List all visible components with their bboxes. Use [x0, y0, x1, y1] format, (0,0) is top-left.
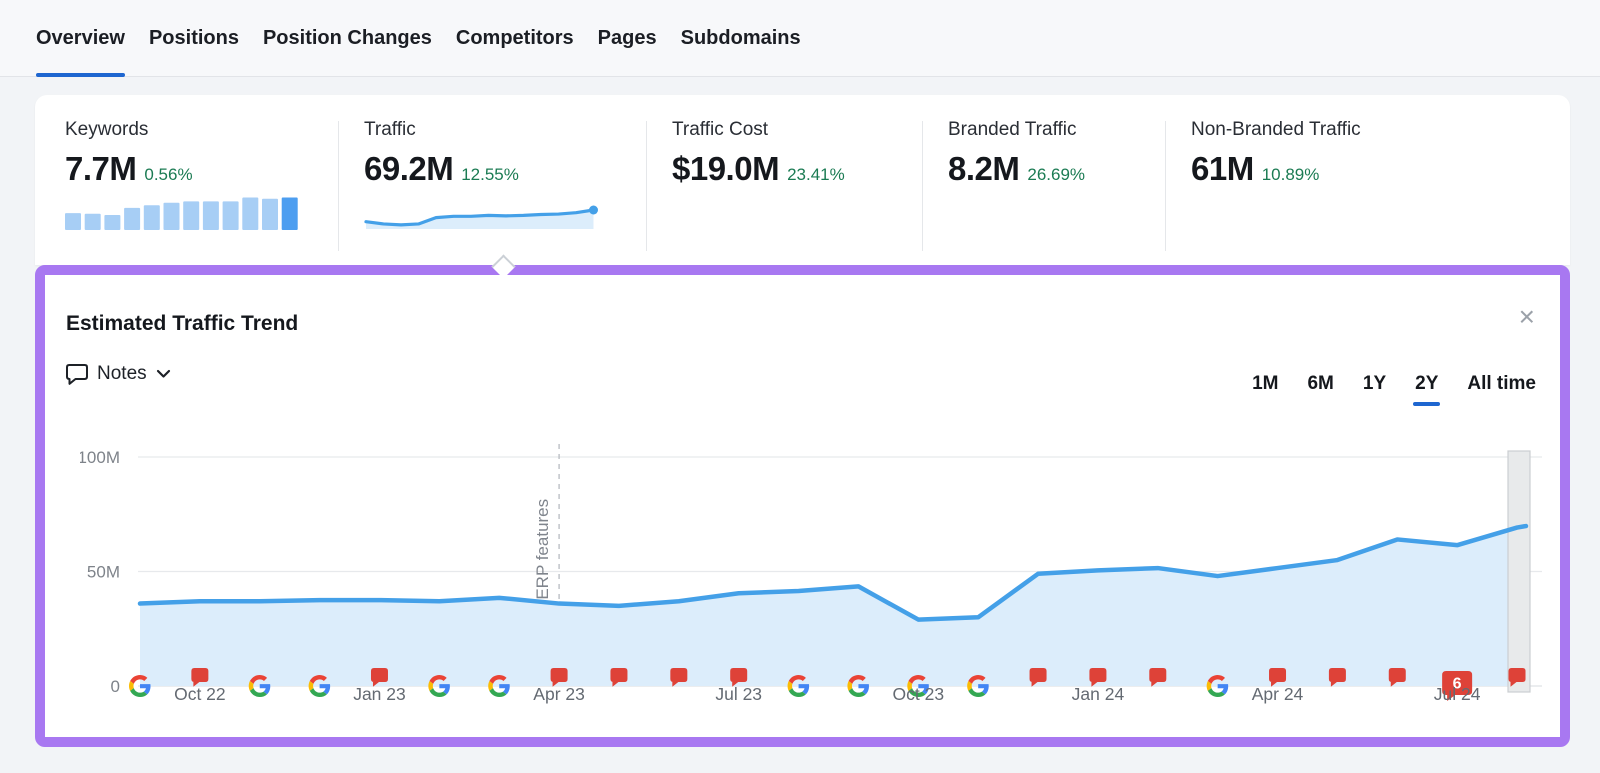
notes-label: Notes — [97, 363, 147, 385]
tab-position-changes[interactable]: Position Changes — [263, 0, 432, 76]
metric-value: 8.2M — [948, 150, 1019, 187]
metric-label: Keywords — [65, 119, 338, 141]
x-axis-tick: Jan 23 — [353, 684, 406, 704]
keywords-mini-bar-chart — [65, 196, 300, 230]
metric-value: 7.7M — [65, 150, 136, 187]
x-axis-tick: Apr 24 — [1252, 684, 1304, 704]
metric-delta: 23.41% — [787, 165, 845, 184]
top-tab-bar: Overview Positions Position Changes Comp… — [0, 0, 1600, 77]
range-2y[interactable]: 2Y — [1415, 373, 1438, 395]
metric-keywords[interactable]: Keywords 7.7M 0.56% — [35, 95, 338, 265]
traffic-trend-chart[interactable]: 100M50M0SERP features6Oct 22Jan 23Apr 23… — [80, 434, 1545, 719]
chevron-down-icon — [156, 369, 171, 379]
panel-title: Estimated Traffic Trend — [66, 312, 298, 336]
tab-positions[interactable]: Positions — [149, 0, 239, 76]
metric-value: 69.2M — [364, 150, 453, 187]
estimated-traffic-trend-panel: Estimated Traffic Trend × Notes 1M 6M 1Y… — [35, 265, 1570, 747]
metric-traffic[interactable]: Traffic 69.2M 12.55% — [338, 95, 646, 265]
metric-non-branded-traffic[interactable]: Non-Branded Traffic 61M 10.89% — [1165, 95, 1570, 265]
metric-traffic-cost[interactable]: Traffic Cost $19.0M 23.41% — [646, 95, 922, 265]
current-period-highlight — [1508, 451, 1530, 692]
range-1m[interactable]: 1M — [1252, 373, 1278, 395]
metrics-summary-card: Keywords 7.7M 0.56% Traffic 69.2M 12.55% T… — [35, 95, 1570, 265]
serp-features-label: SERP features — [533, 499, 552, 611]
close-icon[interactable]: × — [1519, 303, 1535, 331]
y-axis-tick: 100M — [80, 448, 120, 467]
metric-delta: 26.69% — [1027, 165, 1085, 184]
y-axis-tick: 50M — [87, 563, 120, 582]
range-1y[interactable]: 1Y — [1363, 373, 1386, 395]
x-axis-tick: Jul 24 — [1434, 684, 1481, 704]
tabs: Overview Positions Position Changes Comp… — [36, 0, 801, 76]
x-axis-tick: Jul 23 — [715, 684, 762, 704]
metric-label: Branded Traffic — [948, 119, 1165, 141]
range-6m[interactable]: 6M — [1307, 373, 1333, 395]
tab-competitors[interactable]: Competitors — [456, 0, 574, 76]
metric-delta: 10.89% — [1262, 165, 1320, 184]
x-axis-tick: Oct 23 — [893, 684, 945, 704]
range-all-time[interactable]: All time — [1467, 373, 1536, 395]
metric-label: Traffic — [364, 119, 646, 141]
metric-value: $19.0M — [672, 150, 779, 187]
traffic-mini-sparkline — [364, 196, 604, 230]
x-axis-tick: Jan 24 — [1072, 684, 1125, 704]
metric-branded-traffic[interactable]: Branded Traffic 8.2M 26.69% — [922, 95, 1165, 265]
metric-label: Traffic Cost — [672, 119, 922, 141]
x-axis-tick: Apr 23 — [533, 684, 585, 704]
y-axis-tick: 0 — [111, 677, 120, 696]
metric-delta: 12.55% — [461, 165, 519, 184]
tab-overview[interactable]: Overview — [36, 0, 125, 76]
metric-label: Non-Branded Traffic — [1191, 119, 1570, 141]
metric-value: 61M — [1191, 150, 1254, 187]
tab-pages[interactable]: Pages — [598, 0, 657, 76]
x-axis-tick: Oct 22 — [174, 684, 226, 704]
metric-delta: 0.56% — [144, 165, 192, 184]
tab-subdomains[interactable]: Subdomains — [681, 0, 801, 76]
time-range-selector: 1M 6M 1Y 2Y All time — [1252, 373, 1536, 395]
notes-bubble-icon — [66, 364, 88, 385]
notes-dropdown[interactable]: Notes — [66, 363, 171, 385]
